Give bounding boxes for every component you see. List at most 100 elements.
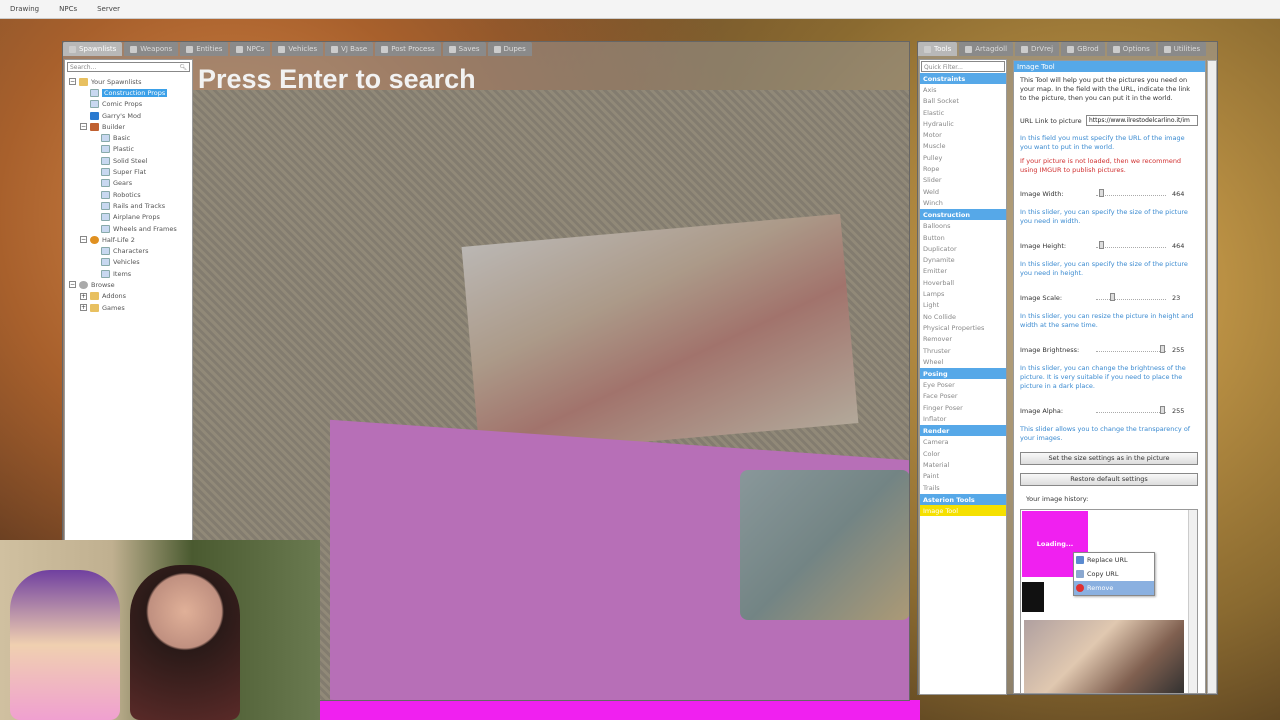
category-constraints[interactable]: Constraints xyxy=(920,73,1006,84)
menu-npcs[interactable]: NPCs xyxy=(49,5,87,13)
category-construction[interactable]: Construction xyxy=(920,209,1006,221)
tool-elastic[interactable]: Elastic xyxy=(920,107,1006,118)
tree-node-wheels-and-frames[interactable]: Wheels and Frames xyxy=(65,223,192,234)
tree-node-half-life-2[interactable]: − Half-Life 2 xyxy=(65,234,192,245)
category-asterion-tools[interactable]: Asterion Tools xyxy=(920,493,1006,505)
slider-image-height[interactable] xyxy=(1096,241,1166,249)
tree-node-vehicles[interactable]: Vehicles xyxy=(65,257,192,268)
set-size-button[interactable]: Set the size settings as in the picture xyxy=(1020,452,1198,465)
tool-tab-drvrej[interactable]: DrVrej xyxy=(1015,42,1060,56)
tool-pulley[interactable]: Pulley xyxy=(920,152,1006,163)
tree-node-rails-and-tracks[interactable]: Rails and Tracks xyxy=(65,200,192,211)
tree-node-browse[interactable]: − Browse xyxy=(65,279,192,290)
tool-hydraulic[interactable]: Hydraulic xyxy=(920,118,1006,129)
tool-thruster[interactable]: Thruster xyxy=(920,345,1006,356)
tool-camera[interactable]: Camera xyxy=(920,436,1006,447)
tool-physical-properties[interactable]: Physical Properties xyxy=(920,322,1006,333)
tool-tab-tools[interactable]: Tools xyxy=(918,42,958,56)
tree-node-builder[interactable]: − Builder xyxy=(65,121,192,132)
history-thumb-dark[interactable] xyxy=(1022,582,1044,612)
tool-muscle[interactable]: Muscle xyxy=(920,140,1006,151)
tool-lamps[interactable]: Lamps xyxy=(920,288,1006,299)
expand-icon[interactable]: + xyxy=(80,304,87,312)
tree-node-comic-props[interactable]: Comic Props xyxy=(65,99,192,110)
tool-winch[interactable]: Winch xyxy=(920,197,1006,208)
tool-paint[interactable]: Paint xyxy=(920,470,1006,481)
tree-node-gears[interactable]: Gears xyxy=(65,178,192,189)
tool-light[interactable]: Light xyxy=(920,299,1006,310)
tool-tab-options[interactable]: Options xyxy=(1106,42,1156,56)
slider-image-brightness[interactable] xyxy=(1096,345,1166,353)
tool-color[interactable]: Color xyxy=(920,448,1006,459)
tool-ball-socket[interactable]: Ball Socket xyxy=(920,95,1006,106)
tool-tab-artagdoll[interactable]: Artagdoll xyxy=(959,42,1014,56)
collapse-icon[interactable]: − xyxy=(80,123,87,131)
tree-node-airplane-props[interactable]: Airplane Props xyxy=(65,212,192,223)
tool-hoverball[interactable]: Hoverball xyxy=(920,277,1006,288)
url-input[interactable]: https://www.ilrestodelcarlino.it/im xyxy=(1086,115,1198,126)
spawn-search-input[interactable]: Search... 🔍︎ xyxy=(67,62,190,72)
tree-node-items[interactable]: Items xyxy=(65,268,192,279)
menu-server[interactable]: Server xyxy=(87,5,130,13)
tree-node-your-spawnlists[interactable]: − Your Spawnlists xyxy=(65,76,192,87)
ctx-remove[interactable]: Remove xyxy=(1074,581,1154,595)
tool-tab-utilities[interactable]: Utilities xyxy=(1157,42,1207,56)
tab-post-process[interactable]: Post Process xyxy=(375,42,441,56)
category-posing[interactable]: Posing xyxy=(920,368,1006,380)
slider-knob[interactable] xyxy=(1099,241,1105,249)
tool-axis[interactable]: Axis xyxy=(920,84,1006,95)
tool-slider[interactable]: Slider xyxy=(920,174,1006,185)
tool-weld[interactable]: Weld xyxy=(920,186,1006,197)
search-icon[interactable]: 🔍︎ xyxy=(179,64,187,71)
collapse-icon[interactable]: − xyxy=(69,78,76,86)
ctx-replace-url[interactable]: Replace URL xyxy=(1074,553,1154,567)
tool-no-collide[interactable]: No Collide xyxy=(920,311,1006,322)
collapse-icon[interactable]: − xyxy=(80,236,87,244)
tool-remover[interactable]: Remover xyxy=(920,333,1006,344)
tool-face-poser[interactable]: Face Poser xyxy=(920,390,1006,401)
tool-wheel[interactable]: Wheel xyxy=(920,356,1006,367)
tree-node-solid-steel[interactable]: Solid Steel xyxy=(65,155,192,166)
quick-filter-input[interactable]: Quick Filter... xyxy=(921,61,1005,72)
tool-trails[interactable]: Trails xyxy=(920,482,1006,493)
ctx-copy-url[interactable]: Copy URL xyxy=(1074,567,1154,581)
tab-entities[interactable]: Entities xyxy=(180,42,229,56)
tool-eye-poser[interactable]: Eye Poser xyxy=(920,379,1006,390)
tab-spawnlists[interactable]: Spawnlists xyxy=(63,42,123,56)
tool-button[interactable]: Button xyxy=(920,232,1006,243)
tree-node-garry-s-mod[interactable]: Garry's Mod xyxy=(65,110,192,121)
tab-vj-base[interactable]: VJ Base xyxy=(325,42,374,56)
menu-drawing[interactable]: Drawing xyxy=(0,5,49,13)
tool-material[interactable]: Material xyxy=(920,459,1006,470)
history-thumb-photo[interactable] xyxy=(1024,620,1184,693)
tree-node-characters[interactable]: Characters xyxy=(65,245,192,256)
tab-npcs[interactable]: NPCs xyxy=(230,42,271,56)
tool-emitter[interactable]: Emitter xyxy=(920,265,1006,276)
slider-knob[interactable] xyxy=(1160,406,1165,414)
tool-motor[interactable]: Motor xyxy=(920,129,1006,140)
history-scrollbar[interactable] xyxy=(1188,510,1197,693)
tool-finger-poser[interactable]: Finger Poser xyxy=(920,402,1006,413)
tool-inflator[interactable]: Inflator xyxy=(920,413,1006,424)
tree-node-basic[interactable]: Basic xyxy=(65,132,192,143)
panel-scrollbar[interactable] xyxy=(1207,60,1217,694)
tree-node-super-flat[interactable]: Super Flat xyxy=(65,166,192,177)
tool-duplicator[interactable]: Duplicator xyxy=(920,243,1006,254)
slider-image-alpha[interactable] xyxy=(1096,406,1166,414)
tab-vehicles[interactable]: Vehicles xyxy=(272,42,324,56)
collapse-icon[interactable]: − xyxy=(69,281,76,289)
restore-defaults-button[interactable]: Restore default settings xyxy=(1020,473,1198,486)
slider-image-scale[interactable] xyxy=(1096,293,1166,301)
category-render[interactable]: Render xyxy=(920,425,1006,437)
tree-node-addons[interactable]: + Addons xyxy=(65,291,192,302)
tab-saves[interactable]: Saves xyxy=(442,42,486,56)
tree-node-construction-props[interactable]: Construction Props xyxy=(65,87,192,98)
expand-icon[interactable]: + xyxy=(80,292,87,300)
tool-dynamite[interactable]: Dynamite xyxy=(920,254,1006,265)
tree-node-games[interactable]: + Games xyxy=(65,302,192,313)
tool-balloons[interactable]: Balloons xyxy=(920,220,1006,231)
tree-node-robotics[interactable]: Robotics xyxy=(65,189,192,200)
slider-knob[interactable] xyxy=(1160,345,1165,353)
tab-dupes[interactable]: Dupes xyxy=(487,42,532,56)
tool-tab-gbrod[interactable]: GBrod xyxy=(1061,42,1105,56)
